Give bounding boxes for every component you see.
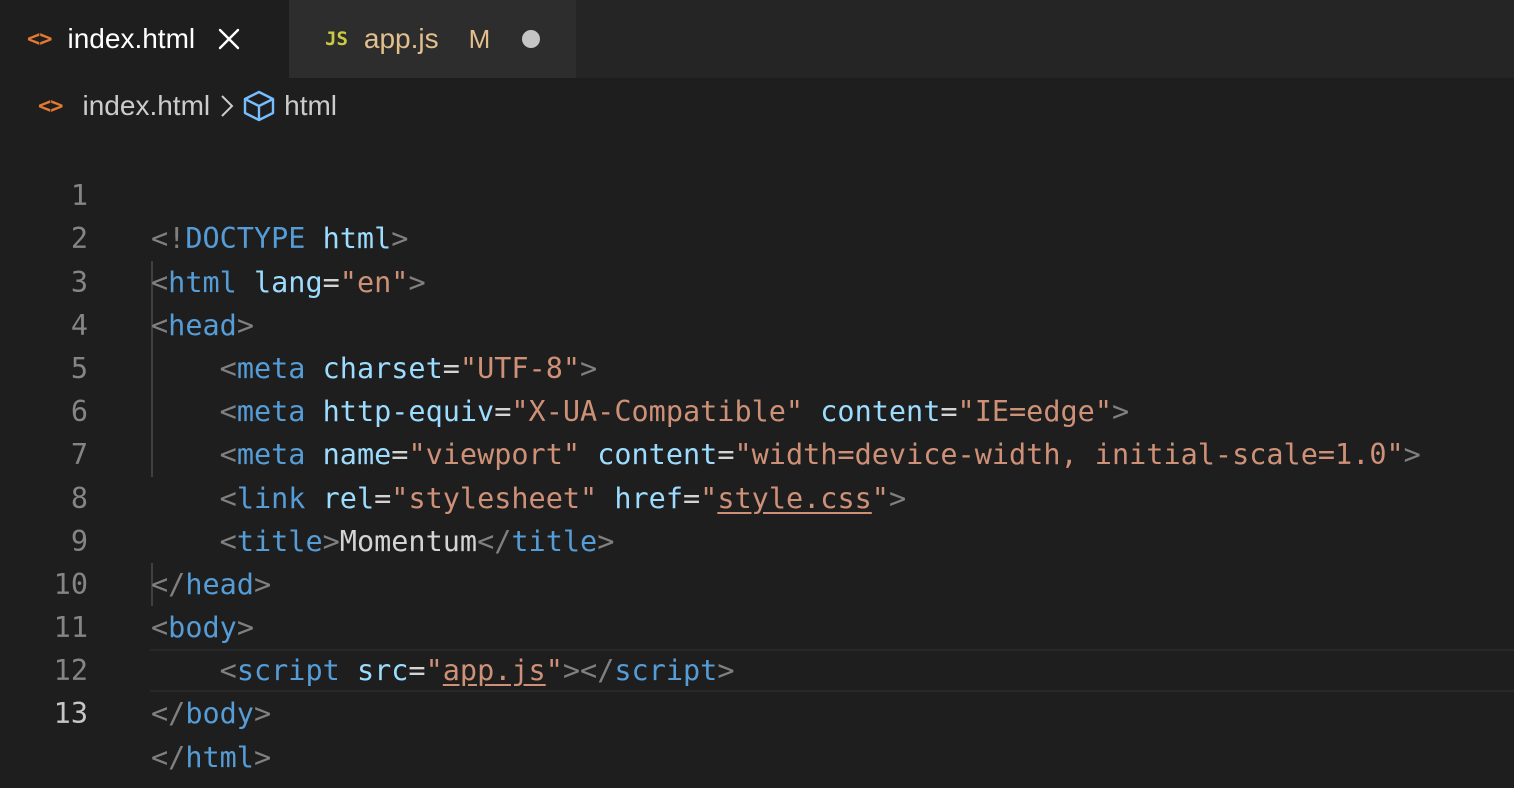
tab-index-html[interactable]: <> index.html [0,0,289,78]
current-code-line[interactable]: 13 </html> [0,649,1514,774]
code-line[interactable]: 3 <head> [0,217,1514,342]
code-line[interactable]: 2 <html lang="en"> [0,174,1514,298]
code-line[interactable]: 4 <meta charset="UTF-8"> [0,261,1514,385]
code-area[interactable]: 1 <!DOCTYPE html> 2 <html lang="en"> 3 <… [0,131,1514,774]
js-file-icon: JS [325,28,348,50]
unsaved-dot-icon[interactable] [522,30,541,48]
html-file-icon: <> [38,93,63,119]
code-line[interactable]: 5 <meta http-equiv="X-UA-Compatible" con… [0,304,1514,428]
tab-bar: <> index.html JS app.js M [0,0,1514,78]
code-line[interactable]: 11 <script src="app.js"></script> [0,563,1514,687]
code-line[interactable]: 6 <meta name="viewport" content="width=d… [0,347,1514,471]
symbol-cube-icon [242,90,276,122]
code-editor: <> index.html JS app.js M <> index.html [0,0,1514,788]
breadcrumb: <> index.html html [38,86,337,126]
html-file-icon: <> [27,26,52,52]
code-line[interactable]: 12 </body> [0,606,1514,730]
line-number: 13 [53,697,88,731]
code-line[interactable]: 8 <title>Momentum</title> [0,433,1514,558]
close-icon[interactable] [217,27,241,51]
tab-label: app.js [363,23,439,54]
code-line[interactable]: 10 <body> [0,520,1514,644]
tab-label: index.html [67,23,196,54]
chevron-right-icon [220,93,234,119]
tab-app-js[interactable]: JS app.js M [289,0,576,78]
modified-status-badge: M [468,23,491,54]
breadcrumb-file[interactable]: index.html [83,90,211,122]
code-line[interactable]: 9 </head> [0,477,1514,601]
breadcrumb-symbol[interactable]: html [284,90,337,122]
code-line[interactable]: 7 <link rel="stylesheet" href="style.css… [0,390,1514,514]
code-line[interactable]: 1 <!DOCTYPE html> [0,131,1514,255]
